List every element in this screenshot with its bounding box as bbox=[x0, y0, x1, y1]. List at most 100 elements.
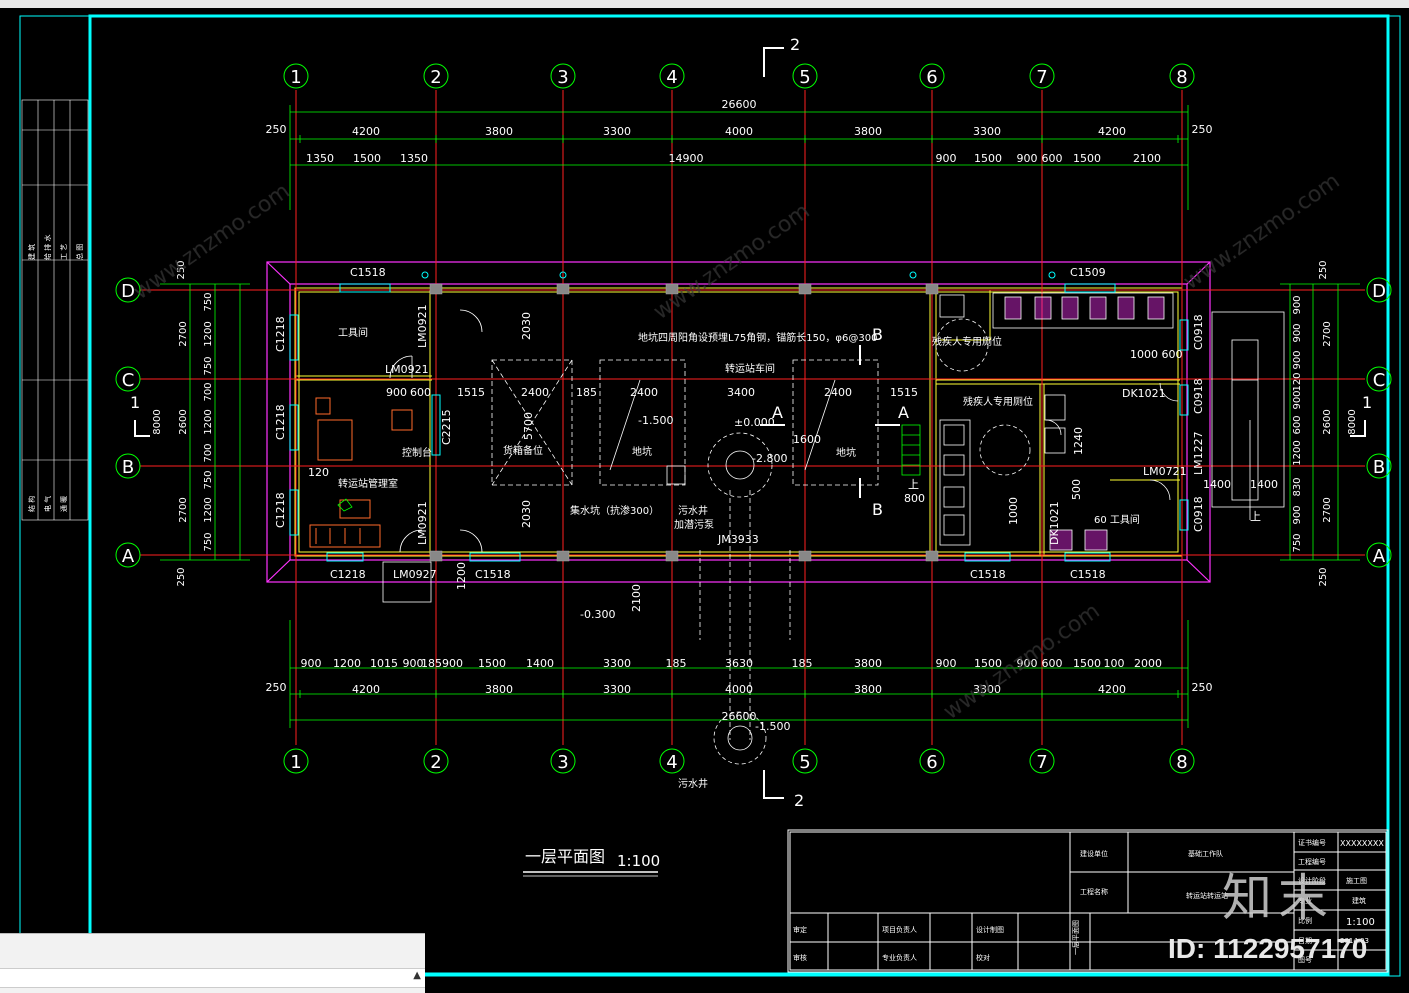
dim-edge-tl: 250 bbox=[266, 123, 287, 136]
dim-left-sub-8: 1200 bbox=[203, 497, 214, 522]
d3400: 3400 bbox=[727, 386, 755, 399]
dim-bsub-11: 185 bbox=[792, 657, 813, 670]
dim-right-sub-9: 900 bbox=[1292, 505, 1303, 524]
dim-sub-6: 1500 bbox=[974, 152, 1002, 165]
door-jm3933: JM3933 bbox=[717, 533, 759, 546]
stair-up-2: 上 bbox=[1250, 510, 1261, 523]
axis-num-8: 8 bbox=[1176, 67, 1187, 88]
axis-num-6: 6 bbox=[926, 67, 937, 88]
d1240: 1240 bbox=[1072, 427, 1085, 455]
axis-letter-b2: B bbox=[1373, 457, 1385, 478]
d600: 600 bbox=[410, 386, 431, 399]
dim-right-sub-5: 900 bbox=[1292, 390, 1303, 409]
d1400-a: 1400 bbox=[1203, 478, 1231, 491]
d1515-b: 1515 bbox=[890, 386, 918, 399]
room-pit-2: 地坑 bbox=[836, 446, 856, 459]
dim-bsub-13: 900 bbox=[936, 657, 957, 670]
scroll-arrow-icon[interactable]: ▲ bbox=[413, 970, 421, 981]
dim-left-row-3: 2700 bbox=[178, 497, 189, 522]
elev-m150: -1.500 bbox=[638, 414, 673, 427]
tb-scale: 1:100 bbox=[1346, 917, 1375, 928]
room-hall: 转运站车间 bbox=[725, 362, 775, 375]
room-tool: 工具间 bbox=[338, 326, 368, 339]
dim-bbay-1: 4200 bbox=[352, 683, 380, 696]
tb-major: 建筑 bbox=[1352, 896, 1366, 905]
win-c0918-a: C0918 bbox=[1192, 314, 1205, 350]
d900: 900 bbox=[386, 386, 407, 399]
dim-right-sub-6: 600 bbox=[1292, 415, 1303, 434]
dim-edge-bl: 250 bbox=[266, 681, 287, 694]
elev-m280: -2.800 bbox=[752, 452, 787, 465]
dim-right-sub-2: 900 bbox=[1292, 323, 1303, 342]
dim-bay-6: 3300 bbox=[973, 125, 1001, 138]
floor-plan-drawing: 建 筑 给 排 水 工 艺 总 图 建 筑 给 排 水 工 艺 总 图 结 构 … bbox=[0, 0, 1409, 992]
watermark-id: ID: 1122957170 bbox=[1168, 933, 1368, 964]
room-sump: 集水坑（抗渗300） bbox=[570, 504, 659, 517]
dim-left-sub-9: 750 bbox=[203, 532, 214, 551]
axis-num-1: 1 bbox=[290, 67, 301, 88]
win-c1218-a: C1218 bbox=[274, 316, 287, 352]
axis-num-2: 2 bbox=[430, 67, 441, 88]
dim-sub-9: 1500 bbox=[1073, 152, 1101, 165]
axis-letter-a: A bbox=[122, 546, 135, 567]
dim-sub-10: 2100 bbox=[1133, 152, 1161, 165]
dim-left-sub-5: 1200 bbox=[203, 409, 214, 434]
dim-bay-7: 4200 bbox=[1098, 125, 1126, 138]
watermark-logo: 知末 bbox=[1222, 869, 1334, 927]
dim-right-edge-top: 250 bbox=[1318, 260, 1329, 279]
door-dk1021-a: DK1021 bbox=[1122, 387, 1166, 400]
dim-left-sub-4: 700 bbox=[203, 382, 214, 401]
tb-build-unit-label: 建设单位 bbox=[1080, 849, 1108, 858]
axis-num-4: 4 bbox=[666, 67, 677, 88]
dim-right-row-1: 2700 bbox=[1322, 321, 1333, 346]
dim-right-row-2: 2600 bbox=[1322, 409, 1333, 434]
door-lm0921-a: LM0921 bbox=[416, 304, 429, 348]
dim-bsub-6: 1500 bbox=[478, 657, 506, 670]
room-disabled-2: 残疾人专用厕位 bbox=[963, 395, 1033, 408]
axis-num-8b: 8 bbox=[1176, 752, 1187, 773]
door-lm0927: LM0927 bbox=[393, 568, 437, 581]
section-a-right: A bbox=[898, 403, 909, 422]
dim-bsub-1: 900 bbox=[301, 657, 322, 670]
dim-bsub-9: 185 bbox=[666, 657, 687, 670]
section-b-bottom: B bbox=[872, 500, 883, 519]
dim-sub-5: 900 bbox=[936, 152, 957, 165]
dim-sub-2: 1500 bbox=[353, 152, 381, 165]
win-c2215: C2215 bbox=[440, 409, 453, 445]
elev-m030: -0.300 bbox=[580, 608, 615, 621]
room-tool-2: 60 工具间 bbox=[1094, 513, 1140, 526]
strip-text-5: 结 构 bbox=[27, 496, 36, 512]
stair-up: 上 bbox=[908, 478, 919, 491]
d185: 185 bbox=[576, 386, 597, 399]
dim-sub-8: 600 bbox=[1042, 152, 1063, 165]
win-c1518-b2: C1518 bbox=[970, 568, 1006, 581]
win-c1518-b1: C1518 bbox=[475, 568, 511, 581]
strip-text-2: 给 排 水 bbox=[43, 235, 52, 260]
door-dk1021-b: DK1021 bbox=[1048, 501, 1061, 545]
d2100: 2100 bbox=[630, 584, 643, 612]
command-line[interactable] bbox=[0, 968, 425, 988]
dim-bsub-10: 3630 bbox=[725, 657, 753, 670]
dim-bsub-17: 1500 bbox=[1073, 657, 1101, 670]
d500: 500 bbox=[1070, 479, 1083, 500]
dim-left-sub-3: 750 bbox=[203, 356, 214, 375]
drawing-title: 一层平面图 bbox=[525, 847, 605, 866]
hall-note: 地坑四周阳角设预埋L75角钢，锚筋长150，φ6@300 bbox=[638, 331, 877, 344]
win-c1218-bottom: C1218 bbox=[330, 568, 366, 581]
room-manager: 转运站管理室 bbox=[338, 477, 398, 490]
elev-m1500: -1.500 bbox=[755, 720, 790, 733]
axis-num-3b: 3 bbox=[557, 752, 568, 773]
room-control: 控制台 bbox=[402, 446, 432, 459]
dim-bsub-3: 1015 bbox=[370, 657, 398, 670]
dim-bay-4: 4000 bbox=[725, 125, 753, 138]
section-2-bottom: 2 bbox=[794, 791, 804, 810]
axis-num-1b: 1 bbox=[290, 752, 301, 773]
dim-right-sub-3: 900 bbox=[1292, 350, 1303, 369]
d1515-a: 1515 bbox=[457, 386, 485, 399]
axis-num-4b: 4 bbox=[666, 752, 677, 773]
d2400-a: 2400 bbox=[521, 386, 549, 399]
d5700: 5700 bbox=[522, 412, 535, 440]
dim-bay-1: 4200 bbox=[352, 125, 380, 138]
strip-text-4: 总 图 bbox=[75, 244, 84, 260]
d1600: 1600 bbox=[793, 433, 821, 446]
